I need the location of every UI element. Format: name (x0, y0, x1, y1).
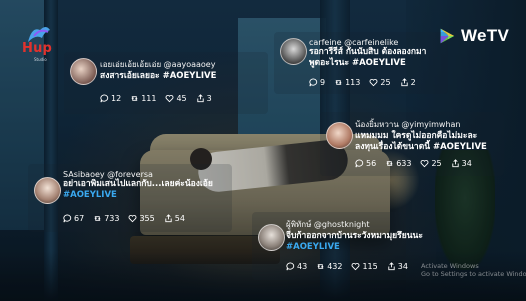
like-count[interactable]: 45 (165, 94, 187, 103)
heart-icon (421, 160, 429, 168)
tweet-handle: SAsibaoey @foreversa (63, 170, 153, 179)
video-frame: Hup Studio WeTV เอยเอ่ยเอ้ยเอ้ยเอ่ย @aay… (0, 0, 526, 301)
like-count[interactable]: 25 (420, 159, 442, 168)
retweet-count[interactable]: 432 (316, 262, 342, 271)
reply-count[interactable]: 9 (309, 78, 325, 87)
reply-icon (286, 262, 295, 271)
retweet-icon (94, 216, 101, 221)
tweet-card-carfeinelike: carfeine @carfeinelike รอการีรีส์ กันนับ… (274, 32, 448, 94)
tweet-card-ghostknight: ผู้พิทักษ์ @ghostknight จีบก้าออกจากบ้าน… (252, 212, 436, 280)
tweet-handle: ผู้พิทักษ์ @ghostknight (286, 220, 370, 229)
tweet-handle: เอยเอ่ยเอ้ยเอ้ยเอ่ย @aayoaaoey (100, 60, 216, 69)
heart-icon (352, 263, 360, 271)
tweet-handle: น้องยิ้มหวาน @yimyimwhan (355, 120, 461, 129)
tweet-handle: carfeine @carfeinelike (309, 38, 399, 47)
tweet-text-line: พูดอะไรนะ #AOEYLIVE (309, 58, 406, 68)
like-count[interactable]: 115 (351, 262, 378, 271)
tweet-text-line: สงสารเอ้ยเลยอะ #AOEYLIVE (100, 71, 217, 81)
hup-logo-sub: Studio (34, 57, 47, 62)
tweet-stats: 12 111 45 3 (100, 94, 221, 103)
tweet-card-yimyimwhan: น้องยิ้มหวาน @yimyimwhan แหมมมม ใครดูไม่… (320, 112, 504, 176)
heart-icon (166, 95, 174, 103)
share-icon (400, 78, 408, 87)
tweet-stats: 67 733 355 54 (63, 214, 194, 223)
like-count[interactable]: 355 (128, 214, 155, 223)
retweet-icon (131, 96, 138, 101)
wetv-logo: WeTV (438, 26, 509, 46)
avatar (258, 224, 285, 251)
avatar (70, 58, 97, 85)
tweet-stats: 56 633 25 34 (355, 159, 481, 168)
avatar (326, 122, 353, 149)
share-icon (165, 214, 172, 223)
retweet-count[interactable]: 113 (334, 78, 360, 87)
tweet-hashtag[interactable]: #AOEYLIVE (286, 242, 423, 253)
reply-count[interactable]: 56 (355, 159, 376, 168)
heart-icon (369, 79, 378, 87)
retweet-icon (317, 264, 324, 269)
tweet-text-line: จีบก้าออกจากบ้านระวังหมามุยรึยนนะ (286, 231, 423, 241)
retweet-count[interactable]: 733 (93, 214, 119, 223)
tweet-card-aayoaaoey: เอยเอ่ยเอ้ยเอ้ยเอ่ย @aayoaaoey สงสารเอ้ย… (64, 52, 268, 114)
tweet-text-line: รอการีรีส์ กันนับสิบ ต้องลองกมา (309, 47, 427, 57)
retweet-count[interactable]: 111 (130, 94, 156, 103)
share-count[interactable]: 54 (164, 214, 185, 223)
hup-logo: Hup Studio (20, 24, 60, 62)
retweet-icon (386, 161, 393, 166)
tweet-text-line: ลงทุนเรื่องได้ขนาดนี้ #AOEYLIVE (355, 142, 487, 152)
tweet-stats: 9 113 25 2 (309, 78, 425, 87)
avatar (280, 38, 307, 65)
reply-icon (63, 214, 72, 223)
tweet-card-foreversa: SAsibaoey @foreversa อย่าเอาพิมเสนไปแลกก… (28, 164, 232, 232)
share-count[interactable]: 2 (400, 78, 416, 87)
watermark-subtitle: Go to Settings to activate Windows. (421, 270, 526, 278)
avatar (34, 177, 61, 204)
like-count[interactable]: 25 (369, 78, 391, 87)
share-icon (197, 94, 204, 103)
tweet-text-line: แหมมมม ใครดูไม่ออกคือไม่มะละ (355, 131, 478, 141)
share-count[interactable]: 34 (387, 262, 408, 271)
tweet-hashtag[interactable]: #AOEYLIVE (63, 190, 213, 201)
activate-windows-watermark: Activate Windows Go to Settings to activ… (421, 262, 526, 278)
wetv-logo-text: WeTV (461, 26, 510, 45)
reply-icon (355, 159, 364, 168)
retweet-count[interactable]: 633 (385, 159, 411, 168)
share-count[interactable]: 34 (451, 159, 472, 168)
reply-icon (100, 94, 109, 103)
heart-icon (129, 215, 137, 223)
tweet-stats: 43 432 115 34 (286, 262, 417, 271)
share-count[interactable]: 3 (196, 94, 212, 103)
reply-count[interactable]: 43 (286, 262, 307, 271)
share-icon (452, 159, 459, 168)
share-icon (388, 262, 395, 271)
hup-logo-text: Hup (22, 41, 53, 56)
tweet-text-line: อย่าเอาพิมเสนไปแลกกับ...เลยค่ะน้องเอ้ย (63, 179, 213, 189)
reply-count[interactable]: 12 (100, 94, 121, 103)
retweet-icon (335, 80, 342, 85)
watermark-title: Activate Windows (421, 262, 479, 270)
reply-count[interactable]: 67 (63, 214, 84, 223)
reply-icon (309, 78, 318, 87)
